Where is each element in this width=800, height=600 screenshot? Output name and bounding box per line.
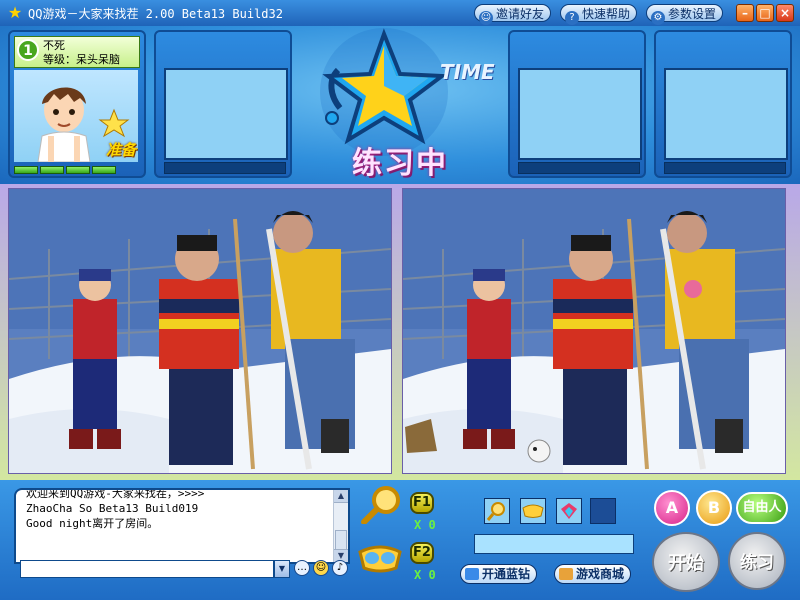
- settings-button[interactable]: ⚙ 参数设置: [646, 4, 724, 25]
- scroll-up-icon[interactable]: ▲: [334, 490, 348, 503]
- progress-segment: [66, 166, 90, 174]
- chat-history-dropdown[interactable]: ▼: [274, 560, 290, 578]
- f1-key[interactable]: F1: [410, 492, 434, 514]
- a-button[interactable]: A: [654, 490, 690, 526]
- magnifier-icon: [486, 502, 505, 521]
- game-status: 练习中: [352, 146, 448, 181]
- progress-segment: [92, 166, 116, 174]
- progress-segment: [14, 166, 38, 174]
- help-icon: ?: [565, 11, 579, 25]
- seat-2-screen: [164, 68, 288, 160]
- player-seat-2[interactable]: [154, 30, 292, 178]
- wrench-icon: ⚙: [651, 11, 665, 25]
- player-level: 等级：呆头呆脑: [43, 53, 120, 66]
- bottom-panel: 欢迎来到QQ游戏-大家来找茬，>>>> ZhaoCha So Beta13 Bu…: [0, 480, 800, 600]
- player-seat-4[interactable]: [654, 30, 792, 178]
- store-icon: [559, 568, 573, 580]
- left-image[interactable]: [8, 188, 392, 474]
- item-slot-empty[interactable]: [590, 498, 616, 524]
- start-button[interactable]: 开始: [652, 532, 720, 592]
- goggles-prop-icon[interactable]: [356, 538, 404, 578]
- player-tag: 1 不死 等级：呆头呆脑: [14, 36, 140, 68]
- chat-scrollbar[interactable]: ▲ ▼: [333, 490, 348, 562]
- avatar[interactable]: 准备: [14, 70, 138, 162]
- title-bar: ★ QQ游戏－大家来找茬 2.00 Beta13 Build32 ☺ 邀请好友 ?…: [0, 0, 800, 27]
- minimize-button[interactable]: –: [736, 4, 754, 22]
- f2-count: X 0: [414, 568, 436, 582]
- blue-diamond-label: 开通蓝钻: [482, 567, 531, 581]
- chat-line-text: Good night离开了房间。: [26, 517, 159, 530]
- hockey-photo-left: [9, 189, 391, 473]
- chat-bubble-icon[interactable]: …: [294, 560, 310, 576]
- hockey-photo-right: [403, 189, 785, 473]
- game-store-label: 游戏商城: [576, 567, 625, 581]
- item-info-bar: [474, 534, 634, 554]
- seat-2-bar: [164, 162, 286, 174]
- quick-help-button[interactable]: ? 快速帮助: [560, 4, 638, 25]
- player-seat-1: 1 不死 等级：呆头呆脑 准备: [8, 30, 146, 178]
- item-slot-gems[interactable]: [556, 498, 582, 524]
- time-label: TIME: [440, 60, 495, 84]
- window-title: QQ游戏－大家来找茬 2.00 Beta13 Build32: [28, 7, 283, 21]
- item-slot-goggles[interactable]: [520, 498, 546, 524]
- gem-icon: [561, 503, 577, 519]
- goggles-icon: [522, 504, 544, 518]
- seat-4-screen: [664, 68, 788, 160]
- chat-line: Good night离开了房间。: [16, 516, 348, 531]
- help-label: 快速帮助: [582, 7, 631, 21]
- chat-line-text: 欢迎来到QQ游戏-大家来找茬，: [26, 488, 178, 500]
- chat-log[interactable]: 欢迎来到QQ游戏-大家来找茬，>>>> ZhaoCha So Beta13 Bu…: [14, 488, 350, 564]
- player-progress-bar: [14, 166, 138, 174]
- chat-line: ZhaoCha So Beta13 Build019: [16, 501, 348, 516]
- progress-segment: [40, 166, 64, 174]
- close-button[interactable]: ×: [776, 4, 794, 22]
- f1-count: X 0: [414, 518, 436, 532]
- ready-badge: 准备: [105, 141, 136, 159]
- chat-line-text: ZhaoCha So Beta13 Build019: [26, 502, 199, 515]
- game-area: [0, 184, 800, 480]
- f2-key[interactable]: F2: [410, 542, 434, 564]
- player-area: 1 不死 等级：呆头呆脑 准备 TIME 练习中: [0, 26, 800, 184]
- settings-label: 参数设置: [668, 7, 717, 21]
- player-seat-3[interactable]: [508, 30, 646, 178]
- magnifier-prop-icon[interactable]: [360, 484, 408, 524]
- chat-input[interactable]: [20, 560, 274, 578]
- right-image[interactable]: [402, 188, 786, 474]
- invite-icon: ☺: [479, 11, 493, 25]
- blue-diamond-button[interactable]: 开通蓝钻: [460, 564, 538, 584]
- star-icon: ★: [7, 3, 23, 22]
- seat-number: 1: [17, 39, 39, 61]
- diamond-icon: [465, 568, 479, 580]
- invite-label: 邀请好友: [496, 7, 545, 21]
- b-button[interactable]: B: [696, 490, 732, 526]
- practice-button[interactable]: 练习: [728, 532, 786, 590]
- chat-line-suffix: >>>>: [177, 488, 205, 500]
- maximize-button[interactable]: □: [756, 4, 774, 22]
- game-store-button[interactable]: 游戏商城: [554, 564, 632, 584]
- item-slot-magnifier[interactable]: [484, 498, 510, 524]
- seat-4-bar: [664, 162, 786, 174]
- chat-line: 欢迎来到QQ游戏-大家来找茬，>>>>: [16, 488, 348, 501]
- emoticon-icon[interactable]: ☺: [313, 560, 329, 576]
- speaker-icon[interactable]: ♪: [332, 560, 348, 576]
- seat-3-bar: [518, 162, 640, 174]
- invite-friends-button[interactable]: ☺ 邀请好友: [474, 4, 552, 25]
- seat-3-screen: [518, 68, 642, 160]
- free-mode-button[interactable]: 自由人: [736, 492, 788, 524]
- scroll-thumb[interactable]: [335, 530, 347, 550]
